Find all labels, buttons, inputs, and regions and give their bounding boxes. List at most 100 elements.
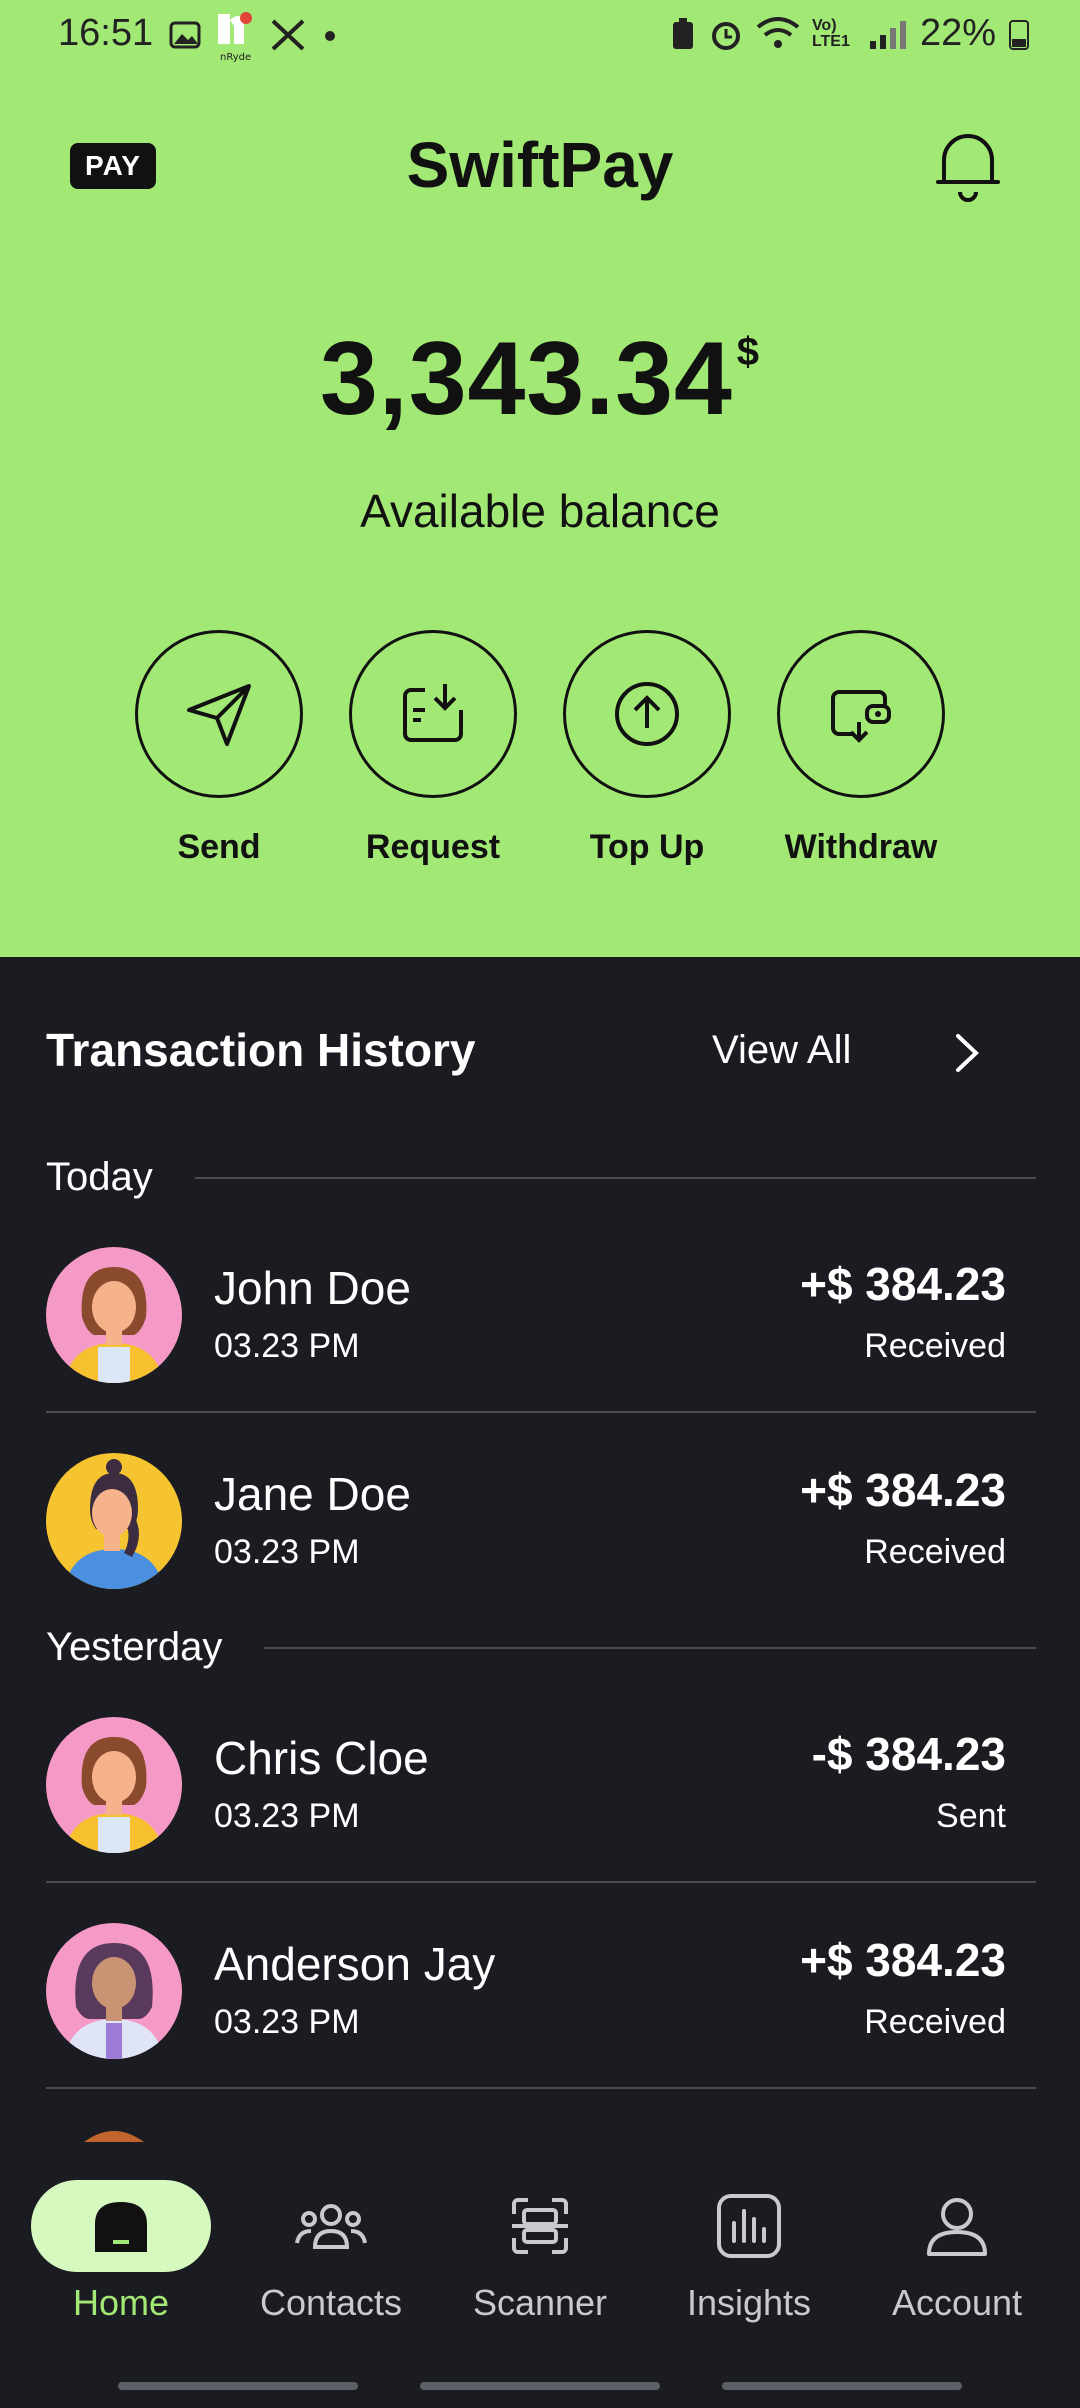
transaction-time: 03.23 PM bbox=[214, 1797, 360, 1835]
transaction-amount: +$ 384.23 bbox=[800, 1934, 1006, 1986]
account-icon bbox=[927, 2198, 987, 2256]
insights-icon bbox=[717, 2194, 781, 2258]
row-divider bbox=[46, 2087, 1036, 2089]
withdraw-icon bbox=[831, 690, 891, 743]
notification-bell-icon[interactable] bbox=[928, 124, 1008, 208]
nav-label: Home bbox=[72, 2282, 170, 2323]
transaction-amount: -$ 384.23 bbox=[811, 1728, 1006, 1780]
status-time: 16:51 bbox=[58, 12, 154, 54]
gesture-bar-center bbox=[420, 2382, 660, 2390]
battery-percent: 22% bbox=[919, 12, 996, 54]
scanner-icon bbox=[512, 2198, 568, 2254]
wifi-icon bbox=[756, 16, 800, 48]
transaction-row[interactable]: John Doe 03.23 PM +$ 384.23 Received bbox=[46, 1235, 1036, 1385]
top-up-icon bbox=[615, 682, 679, 746]
top-up-button[interactable]: Top Up bbox=[537, 630, 757, 867]
transaction-status: Received bbox=[864, 2003, 1006, 2041]
transaction-status: Received bbox=[864, 1327, 1006, 1365]
contact-name: John Doe bbox=[214, 1262, 411, 1314]
send-icon bbox=[187, 684, 251, 746]
gallery-icon bbox=[169, 21, 201, 49]
home-icon bbox=[95, 2202, 147, 2252]
woman-avatar-icon bbox=[46, 1717, 182, 1853]
nav-label: Insights bbox=[686, 2282, 812, 2323]
nav-home[interactable]: Home bbox=[21, 2176, 221, 2324]
chevron-right-icon[interactable] bbox=[950, 1030, 984, 1076]
transaction-history-title: Transaction History bbox=[46, 1024, 476, 1076]
active-pill bbox=[31, 2180, 211, 2272]
battery-icon bbox=[1009, 19, 1029, 50]
nav-icon-wrap bbox=[649, 2176, 849, 2276]
send-circle[interactable] bbox=[135, 630, 303, 798]
request-label: Request bbox=[365, 828, 501, 866]
transaction-time: 03.23 PM bbox=[214, 2003, 360, 2041]
avatar bbox=[46, 1453, 182, 1589]
battery-saver-icon bbox=[672, 17, 693, 49]
nav-icon-wrap bbox=[231, 2176, 431, 2276]
row-divider bbox=[46, 1411, 1036, 1413]
top-up-circle[interactable] bbox=[563, 630, 731, 798]
quick-actions: Send Request Top Up Withdraw bbox=[0, 630, 1080, 880]
withdraw-button[interactable]: Withdraw bbox=[751, 630, 971, 867]
contacts-icon bbox=[295, 2204, 367, 2249]
balance-currency: $ bbox=[736, 330, 761, 374]
balance-value: 3,343.34 bbox=[319, 321, 733, 437]
withdraw-circle[interactable] bbox=[777, 630, 945, 798]
contact-name: Jane Doe bbox=[214, 1468, 411, 1520]
nav-label: Contacts bbox=[259, 2282, 403, 2323]
status-bar: 16:51 nRyde Vo) LTE1 22% bbox=[0, 0, 1080, 70]
section-label: Yesterday bbox=[46, 1625, 223, 1669]
nav-scanner[interactable]: Scanner bbox=[440, 2176, 640, 2324]
top-up-label: Top Up bbox=[589, 828, 705, 866]
nav-icon-wrap bbox=[857, 2176, 1057, 2276]
transaction-amount: +$ 384.23 bbox=[800, 1258, 1006, 1310]
transaction-row[interactable]: Anderson Jay 03.23 PM +$ 384.23 Received bbox=[46, 1911, 1036, 2061]
send-button[interactable]: Send bbox=[109, 630, 329, 867]
transaction-row[interactable]: Chris Cloe 03.23 PM -$ 384.23 Sent bbox=[46, 1705, 1036, 1855]
request-circle[interactable] bbox=[349, 630, 517, 798]
request-button[interactable]: Request bbox=[323, 630, 543, 867]
section-divider bbox=[264, 1646, 1036, 1649]
transaction-time: 03.23 PM bbox=[214, 1533, 360, 1571]
dot-icon bbox=[325, 31, 335, 41]
nav-label: Account bbox=[891, 2282, 1023, 2323]
nav-account[interactable]: Account bbox=[857, 2176, 1057, 2324]
transaction-amount: +$ 384.23 bbox=[800, 1464, 1006, 1516]
gesture-bar-left bbox=[118, 2382, 358, 2390]
nav-contacts[interactable]: Contacts bbox=[231, 2176, 431, 2324]
nav-insights[interactable]: Insights bbox=[649, 2176, 849, 2324]
section-today: Today bbox=[46, 1155, 1036, 1200]
avatar bbox=[46, 1717, 182, 1853]
transaction-status: Sent bbox=[936, 1797, 1006, 1835]
section-divider bbox=[194, 1176, 1036, 1179]
partial-avatar-icon bbox=[84, 2131, 144, 2142]
x-icon bbox=[271, 19, 305, 51]
gesture-bar-right bbox=[722, 2382, 962, 2390]
svg-text:nRyde: nRyde bbox=[220, 52, 251, 62]
withdraw-label: Withdraw bbox=[784, 828, 938, 866]
avatar bbox=[46, 1247, 182, 1383]
nav-icon-wrap bbox=[21, 2176, 221, 2276]
contact-name: Chris Cloe bbox=[214, 1732, 429, 1784]
contact-name: Anderson Jay bbox=[214, 1938, 496, 1990]
send-label: Send bbox=[177, 828, 261, 866]
view-all-link[interactable]: View All bbox=[712, 1028, 851, 1073]
transaction-status: Received bbox=[864, 1533, 1006, 1571]
transaction-time: 03.23 PM bbox=[214, 1327, 360, 1365]
request-icon bbox=[403, 684, 463, 742]
woman-avatar-icon bbox=[46, 1453, 182, 1589]
notification-icons: nRyde bbox=[168, 8, 340, 62]
transaction-row[interactable]: Jane Doe 03.23 PM +$ 384.23 Received bbox=[46, 1441, 1036, 1591]
balance-amount: 3,343.34 $ bbox=[0, 320, 1080, 439]
woman-avatar-icon bbox=[46, 1247, 182, 1383]
bottom-nav: Home Contacts Scanner Insights Account bbox=[0, 2150, 1080, 2408]
signal-icon bbox=[869, 20, 906, 49]
alarm-icon bbox=[711, 21, 740, 50]
system-icons: Vo) LTE1 22% bbox=[670, 12, 1030, 55]
avatar bbox=[46, 1923, 182, 2059]
app-title: SwiftPay bbox=[406, 129, 674, 201]
nav-icon-wrap bbox=[440, 2176, 640, 2276]
row-divider bbox=[46, 1881, 1036, 1883]
lte-label: Vo) LTE1 bbox=[811, 16, 850, 50]
section-yesterday: Yesterday bbox=[46, 1625, 1036, 1670]
